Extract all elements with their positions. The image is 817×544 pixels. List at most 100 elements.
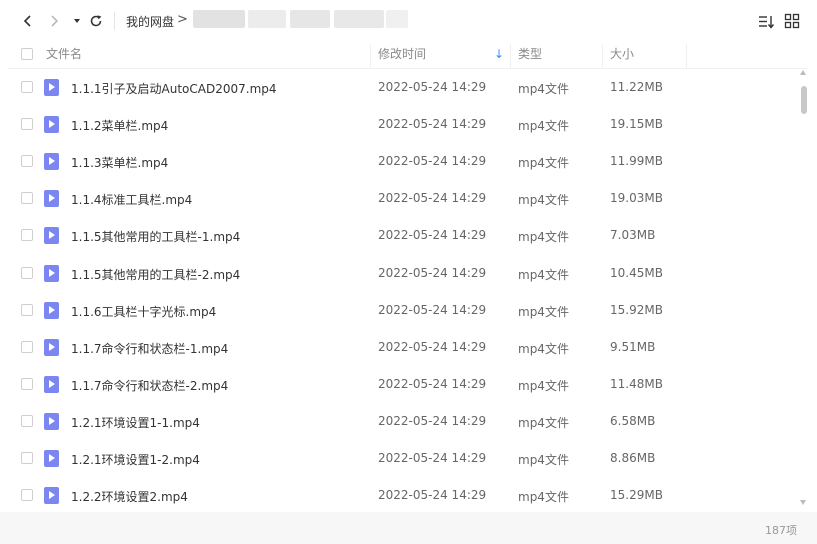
video-file-icon <box>44 79 59 96</box>
table-row[interactable]: 1.2.1环境设置1-1.mp4 2022-05-24 14:29 mp4文件 6.5… <box>8 403 798 440</box>
file-type: mp4文件 <box>518 378 569 393</box>
forward-button[interactable] <box>44 10 64 32</box>
video-file-icon <box>44 116 59 134</box>
scroll-down-icon[interactable] <box>800 500 806 505</box>
video-file-icon <box>44 301 59 319</box>
table-row[interactable]: 1.1.7命令行和状态栏-2.mp4 2022-05-24 14:29 mp4文件 1… <box>8 366 798 403</box>
video-file-icon <box>44 190 59 208</box>
chevron-left-icon <box>23 15 31 27</box>
video-file-icon <box>44 264 59 282</box>
file-type: mp4文件 <box>518 193 569 208</box>
file-name[interactable]: 1.1.2菜单栏.mp4 <box>71 117 168 134</box>
modified-time: 2022-05-24 14:29 <box>378 265 487 280</box>
row-checkbox[interactable] <box>21 155 33 168</box>
file-name[interactable]: 1.1.5其他常用的工具栏-1.mp4 <box>71 228 240 245</box>
video-file-icon <box>44 412 59 430</box>
column-header-type[interactable]: 类型 <box>518 40 542 68</box>
file-size: 19.15MB <box>610 117 663 132</box>
table-row[interactable]: 1.1.5其他常用的工具栏-1.mp4 2022-05-24 14:29 mp4文件… <box>8 217 798 254</box>
row-checkbox[interactable] <box>21 266 33 279</box>
file-name[interactable]: 1.1.7命令行和状态栏-2.mp4 <box>71 377 228 394</box>
column-divider <box>602 44 603 68</box>
select-all-checkbox[interactable] <box>21 48 33 60</box>
file-type: mp4文件 <box>518 304 569 319</box>
video-file-icon <box>44 450 59 467</box>
table-row[interactable]: 1.2.1环境设置1-2.mp4 2022-05-24 14:29 mp4文件 8.8… <box>8 440 798 477</box>
column-divider <box>370 44 371 68</box>
row-checkbox[interactable] <box>21 192 33 205</box>
table-row[interactable]: 1.1.4标准工具栏.mp4 2022-05-24 14:29 mp4文件 19.03… <box>8 180 798 217</box>
file-type: mp4文件 <box>518 453 569 467</box>
file-size: 11.99MB <box>610 154 663 169</box>
grid-view-button[interactable] <box>784 13 802 31</box>
row-checkbox[interactable] <box>21 340 33 353</box>
modified-time: 2022-05-24 14:29 <box>378 339 487 354</box>
file-size: 15.92MB <box>610 302 663 317</box>
table-row[interactable]: 1.1.7命令行和状态栏-1.mp4 2022-05-24 14:29 mp4文件 9… <box>8 329 798 366</box>
column-divider <box>686 44 687 68</box>
file-type: mp4文件 <box>518 156 569 171</box>
modified-time: 2022-05-24 14:29 <box>378 488 487 503</box>
scroll-up-icon[interactable] <box>800 70 806 75</box>
table-row[interactable]: 1.1.3菜单栏.mp4 2022-05-24 14:29 mp4文件 11.99MB <box>8 143 798 180</box>
table-row[interactable]: 1.1.2菜单栏.mp4 2022-05-24 14:29 mp4文件 19.15MB <box>8 106 798 143</box>
column-header-modified[interactable]: 修改时间 <box>378 40 426 68</box>
file-type: mp4文件 <box>518 490 569 505</box>
back-button[interactable] <box>18 10 38 32</box>
row-checkbox[interactable] <box>21 81 33 93</box>
modified-time: 2022-05-24 14:29 <box>378 228 487 243</box>
modified-time: 2022-05-24 14:29 <box>378 191 487 206</box>
file-type: mp4文件 <box>518 119 569 134</box>
file-name[interactable]: 1.2.1环境设置1-2.mp4 <box>71 451 200 468</box>
chevron-right-icon <box>51 15 59 27</box>
file-name[interactable]: 1.1.5其他常用的工具栏-2.mp4 <box>71 266 240 283</box>
video-file-icon <box>44 227 59 245</box>
redacted-path <box>248 10 286 28</box>
row-checkbox[interactable] <box>21 303 33 316</box>
file-size: 15.29MB <box>610 488 663 503</box>
table-row[interactable]: 1.1.5其他常用的工具栏-2.mp4 2022-05-24 14:29 mp4文件… <box>8 255 798 292</box>
redacted-path <box>334 10 384 28</box>
file-size: 6.58MB <box>610 413 656 428</box>
item-count: 187项 <box>765 524 797 537</box>
file-name[interactable]: 1.1.7命令行和状态栏-1.mp4 <box>71 340 228 357</box>
row-checkbox[interactable] <box>21 489 33 502</box>
file-name[interactable]: 1.2.1环境设置1-1.mp4 <box>71 414 200 431</box>
row-checkbox[interactable] <box>21 414 33 427</box>
row-checkbox[interactable] <box>21 377 33 390</box>
file-name[interactable]: 1.1.1引子及启动AutoCAD2007.mp4 <box>71 80 277 97</box>
table-row[interactable]: 1.1.1引子及启动AutoCAD2007.mp4 2022-05-24 14:2… <box>8 69 798 106</box>
sort-desc-icon[interactable]: ↓ <box>494 40 504 68</box>
file-size: 19.03MB <box>610 191 663 206</box>
modified-time: 2022-05-24 14:29 <box>378 117 487 132</box>
breadcrumb-root[interactable]: 我的网盘 <box>126 13 174 30</box>
video-file-icon <box>44 153 59 171</box>
column-header-name[interactable]: 文件名 <box>46 40 82 68</box>
scrollbar[interactable] <box>800 74 808 500</box>
sort-list-icon <box>759 16 775 29</box>
file-size: 11.48MB <box>610 376 663 391</box>
table-row[interactable]: 1.2.2环境设置2.mp4 2022-05-24 14:29 mp4文件 15.29… <box>8 477 798 514</box>
table-row[interactable]: 1.1.6工具栏十字光标.mp4 2022-05-24 14:29 mp4文件 15.… <box>8 292 798 329</box>
file-name[interactable]: 1.2.2环境设置2.mp4 <box>71 488 188 505</box>
row-checkbox[interactable] <box>21 229 33 242</box>
caret-down-icon <box>74 19 80 23</box>
file-name[interactable]: 1.1.6工具栏十字光标.mp4 <box>71 303 216 320</box>
file-size: 10.45MB <box>610 265 663 280</box>
history-dropdown-button[interactable] <box>67 10 87 32</box>
toolbar-divider <box>114 12 115 30</box>
sort-button[interactable] <box>757 13 775 31</box>
file-size: 11.22MB <box>610 80 663 94</box>
column-header-size[interactable]: 大小 <box>610 40 634 68</box>
row-checkbox[interactable] <box>21 118 33 131</box>
scrollbar-thumb[interactable] <box>801 86 807 114</box>
file-name[interactable]: 1.1.4标准工具栏.mp4 <box>71 191 192 208</box>
row-checkbox[interactable] <box>21 452 33 464</box>
file-type: mp4文件 <box>518 267 569 282</box>
grid-view-icon <box>784 13 800 29</box>
refresh-button[interactable] <box>86 10 106 32</box>
file-type: mp4文件 <box>518 82 569 96</box>
modified-time: 2022-05-24 14:29 <box>378 451 487 465</box>
file-name[interactable]: 1.1.3菜单栏.mp4 <box>71 154 168 171</box>
status-bar: 187项 <box>0 512 817 544</box>
